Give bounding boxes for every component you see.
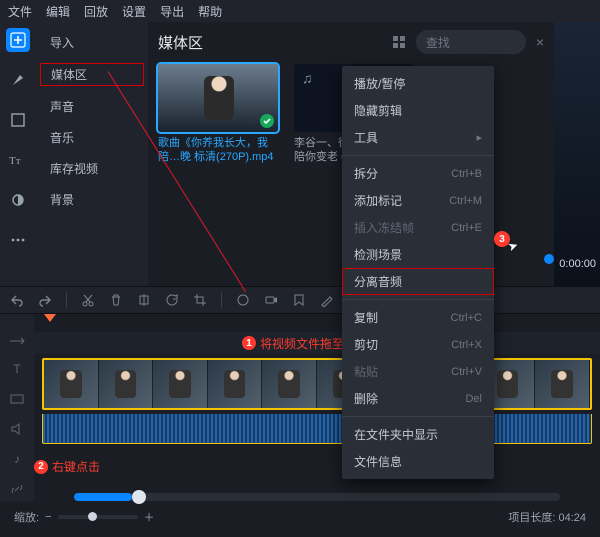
music-note-icon: ♫ bbox=[302, 70, 313, 86]
effects-icon[interactable] bbox=[6, 68, 30, 92]
timeline-toolbar bbox=[0, 286, 600, 314]
filters-icon[interactable] bbox=[6, 108, 30, 132]
ctx-插入冻结帧: 插入冻结帧Ctrl+E bbox=[342, 214, 494, 241]
ctx-删除[interactable]: 删除Del bbox=[342, 385, 494, 412]
track-header-column: T ♪ bbox=[0, 314, 34, 501]
preview-panel bbox=[554, 22, 600, 286]
tool-column: Tт bbox=[0, 22, 36, 286]
footer-bar: 缩放: − ＋ 项目长度: 04:24 bbox=[0, 501, 600, 537]
zoom-slider-handle[interactable] bbox=[88, 512, 97, 521]
side-panel: 导入 媒体区 声音 音乐 库存视频 背景 bbox=[36, 22, 148, 286]
menu-settings[interactable]: 设置 bbox=[122, 3, 146, 20]
sidepanel-stock[interactable]: 库存视频 bbox=[40, 158, 144, 179]
ctx-拆分[interactable]: 拆分Ctrl+B bbox=[342, 160, 494, 187]
menu-bar: 文件 编辑 回放 设置 导出 帮助 bbox=[0, 0, 600, 22]
zoom-slider[interactable] bbox=[58, 515, 138, 519]
cut-icon[interactable] bbox=[81, 293, 95, 307]
text-track-icon[interactable]: T bbox=[13, 362, 20, 376]
media-item-0-caption: 歌曲《你养我长大，我陪…晚 标清(270P).mp4 bbox=[158, 136, 278, 164]
zoom-in-icon[interactable]: ＋ bbox=[144, 509, 155, 525]
search-placeholder: 查找 bbox=[426, 34, 450, 51]
timeline[interactable]: 1将视频文件拖至视频轨道 2右键点击 bbox=[34, 314, 600, 501]
ctx-剪切[interactable]: 剪切Ctrl+X bbox=[342, 331, 494, 358]
close-search-icon[interactable]: × bbox=[536, 34, 544, 50]
zoom-label: 缩放: bbox=[14, 509, 39, 525]
ctx-工具[interactable]: 工具▸ bbox=[342, 124, 494, 151]
more-icon[interactable] bbox=[6, 228, 30, 252]
sidepanel-import[interactable]: 导入 bbox=[40, 32, 144, 53]
rotate-icon[interactable] bbox=[165, 293, 179, 307]
ctx-检测场景[interactable]: 检测场景 bbox=[342, 241, 494, 268]
sidepanel-music[interactable]: 音乐 bbox=[40, 127, 144, 148]
redo-icon[interactable] bbox=[38, 293, 52, 307]
audio-track[interactable] bbox=[42, 414, 592, 444]
ctx-在文件夹中显示[interactable]: 在文件夹中显示 bbox=[342, 421, 494, 448]
context-menu[interactable]: 播放/暂停隐藏剪辑工具▸ 拆分Ctrl+B添加标记Ctrl+M插入冻结帧Ctrl+… bbox=[342, 66, 494, 479]
search-input[interactable]: 查找 bbox=[416, 30, 526, 54]
preview-timecode: 0:00:00 bbox=[559, 258, 596, 270]
wizard-icon[interactable] bbox=[320, 293, 334, 307]
duration-label: 项目长度: bbox=[508, 512, 555, 524]
menu-file[interactable]: 文件 bbox=[8, 3, 32, 20]
timeline-scrollbar[interactable] bbox=[74, 493, 560, 501]
preview-progress-handle[interactable] bbox=[544, 254, 554, 264]
grid-view-icon[interactable] bbox=[392, 35, 406, 49]
video-track[interactable] bbox=[42, 358, 592, 410]
link-track-icon[interactable] bbox=[10, 482, 24, 496]
ctx-隐藏剪辑[interactable]: 隐藏剪辑 bbox=[342, 97, 494, 124]
add-track-icon[interactable] bbox=[9, 336, 25, 346]
media-item-0[interactable]: 歌曲《你养我长大，我陪…晚 标清(270P).mp4 bbox=[158, 64, 278, 164]
marker-icon[interactable] bbox=[292, 293, 306, 307]
ctx-播放/暂停[interactable]: 播放/暂停 bbox=[342, 70, 494, 97]
timeline-ruler[interactable] bbox=[34, 314, 600, 332]
menu-help[interactable]: 帮助 bbox=[198, 3, 222, 20]
menu-export[interactable]: 导出 bbox=[160, 3, 184, 20]
add-media-icon[interactable] bbox=[6, 28, 30, 52]
split-icon[interactable] bbox=[137, 293, 151, 307]
audio-track-icon[interactable]: ♪ bbox=[14, 452, 20, 466]
text-icon[interactable]: Tт bbox=[6, 148, 30, 172]
undo-icon[interactable] bbox=[10, 293, 24, 307]
crop-icon[interactable] bbox=[193, 293, 207, 307]
color-icon[interactable] bbox=[236, 293, 250, 307]
menu-edit[interactable]: 编辑 bbox=[46, 3, 70, 20]
menu-playback[interactable]: 回放 bbox=[84, 3, 108, 20]
timeline-area: T ♪ 1将视频文件拖至视频轨道 2右键点击 bbox=[0, 314, 600, 501]
playhead-icon[interactable] bbox=[44, 314, 56, 322]
ctx-添加标记[interactable]: 添加标记Ctrl+M bbox=[342, 187, 494, 214]
record-icon[interactable] bbox=[264, 293, 278, 307]
sidepanel-media[interactable]: 媒体区 bbox=[40, 63, 144, 86]
ctx-文件信息[interactable]: 文件信息 bbox=[342, 448, 494, 475]
delete-icon[interactable] bbox=[109, 293, 123, 307]
video-clip[interactable] bbox=[42, 358, 592, 410]
mute-track-icon[interactable] bbox=[10, 422, 24, 436]
ctx-粘贴: 粘贴Ctrl+V bbox=[342, 358, 494, 385]
zoom-out-icon[interactable]: − bbox=[45, 511, 51, 523]
video-track-icon[interactable] bbox=[10, 392, 24, 406]
svg-text:Tт: Tт bbox=[9, 155, 21, 167]
ctx-分离音频[interactable]: 分离音频 bbox=[342, 268, 494, 295]
transitions-icon[interactable] bbox=[6, 188, 30, 212]
annotation-step2: 2右键点击 bbox=[34, 458, 600, 475]
duration-value: 04:24 bbox=[558, 512, 586, 524]
sidepanel-background[interactable]: 背景 bbox=[40, 189, 144, 210]
media-title: 媒体区 bbox=[158, 32, 203, 53]
ctx-复制[interactable]: 复制Ctrl+C bbox=[342, 304, 494, 331]
checkmark-icon bbox=[260, 114, 274, 128]
audio-clip[interactable] bbox=[42, 414, 592, 444]
